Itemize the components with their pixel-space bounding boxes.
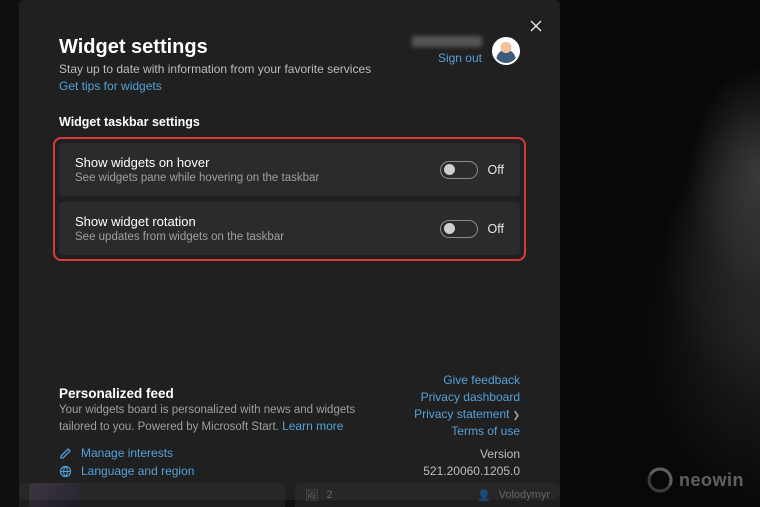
privacy-dashboard-link[interactable]: Privacy dashboard	[421, 390, 520, 404]
chevron-right-icon: ❯	[512, 410, 520, 420]
personalized-feed-block: Personalized feed Your widgets board is …	[59, 386, 369, 478]
privacy-statement-link[interactable]: Privacy statement❯	[414, 407, 520, 421]
close-button[interactable]	[526, 16, 546, 36]
setting-desc: See updates from widgets on the taskbar	[75, 231, 284, 243]
page-subtitle: Stay up to date with information from yo…	[59, 62, 371, 76]
setting-title: Show widget rotation	[75, 214, 284, 229]
toggle-show-on-hover[interactable]	[440, 161, 478, 179]
desktop-wallpaper	[560, 0, 760, 507]
terms-of-use-link[interactable]: Terms of use	[451, 424, 520, 438]
toggle-state-label: Off	[488, 222, 504, 236]
setting-desc: See widgets pane while hovering on the t…	[75, 172, 319, 184]
taskbar-section-title: Widget taskbar settings	[59, 115, 520, 129]
toggle-widget-rotation[interactable]	[440, 220, 478, 238]
peek-avatar-icon: 👤	[477, 489, 491, 502]
learn-more-link[interactable]: Learn more	[282, 419, 343, 433]
account-name-redacted	[412, 36, 482, 47]
setting-show-on-hover: Show widgets on hover See widgets pane w…	[59, 143, 520, 196]
setting-widget-rotation: Show widget rotation See updates from wi…	[59, 202, 520, 255]
page-title: Widget settings	[59, 36, 371, 59]
version-number: 521.20060.1205.0	[423, 464, 520, 478]
language-region-link[interactable]: Language and region	[59, 464, 369, 478]
widget-settings-panel: Widget settings Stay up to date with inf…	[19, 0, 560, 500]
manage-interests-link[interactable]: Manage interests	[59, 446, 369, 460]
peek-card	[19, 483, 285, 507]
account-block: Sign out	[412, 36, 520, 65]
close-icon	[530, 20, 542, 32]
globe-icon	[59, 465, 73, 478]
setting-title: Show widgets on hover	[75, 155, 319, 170]
watermark-text: neowin	[679, 470, 744, 491]
get-tips-link[interactable]: Get tips for widgets	[59, 79, 162, 93]
background-widgets-peek: 🖼 2 👤 Volodymyr	[19, 483, 560, 507]
avatar[interactable]	[492, 37, 520, 65]
feed-description: Your widgets board is personalized with …	[59, 403, 369, 436]
neowin-logo-icon	[647, 467, 673, 493]
pencil-icon	[59, 447, 73, 460]
image-count-icon: 🖼	[305, 489, 319, 502]
feed-title: Personalized feed	[59, 386, 369, 401]
version-label: Version	[480, 447, 520, 461]
give-feedback-link[interactable]: Give feedback	[443, 373, 520, 387]
footer-right-links: Give feedback Privacy dashboard Privacy …	[414, 373, 520, 478]
site-watermark: neowin	[647, 467, 744, 493]
peek-card: 🖼 2 👤 Volodymyr	[295, 483, 561, 507]
toggle-state-label: Off	[488, 163, 504, 177]
taskbar-settings-highlight: Show widgets on hover See widgets pane w…	[53, 137, 526, 261]
sign-out-link[interactable]: Sign out	[438, 51, 482, 65]
